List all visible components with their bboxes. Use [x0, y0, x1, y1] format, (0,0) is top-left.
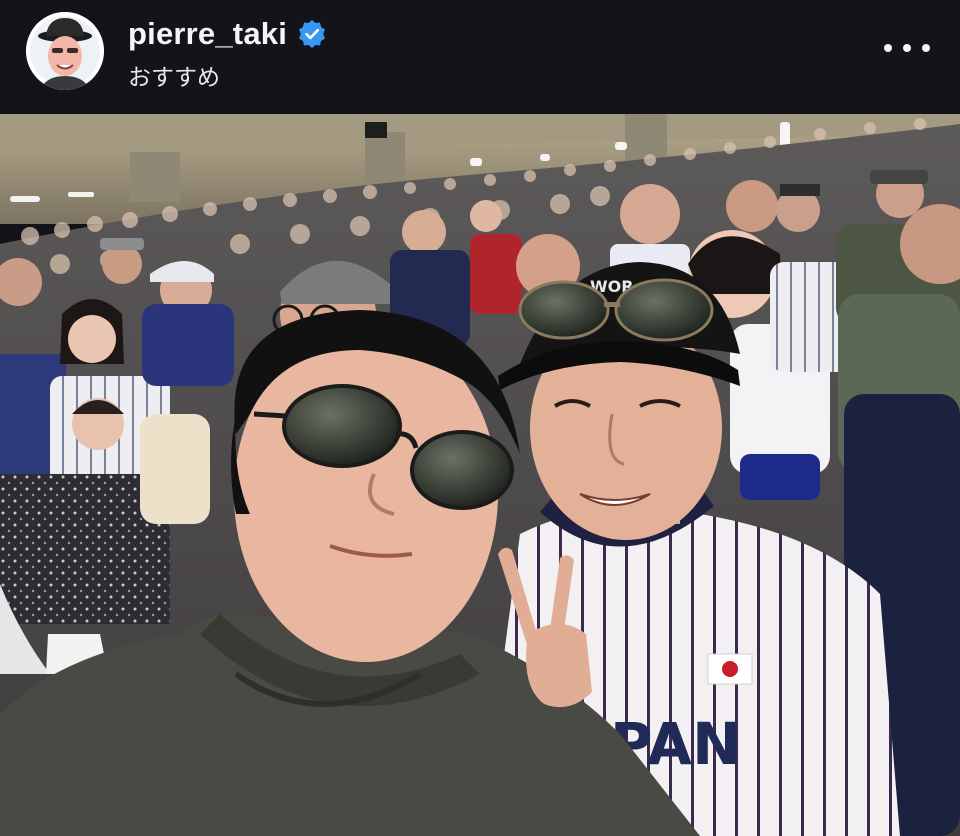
username-row: pierre_taki — [128, 14, 327, 54]
username[interactable]: pierre_taki — [128, 16, 287, 52]
post-header: pierre_taki おすすめ — [0, 0, 960, 114]
avatar-illustration-icon — [26, 12, 104, 90]
more-options-button[interactable] — [884, 34, 930, 62]
stadium-selfie-photo: PAN WOR — [0, 114, 960, 836]
more-horizontal-icon — [922, 44, 930, 52]
post-photo[interactable]: PAN WOR — [0, 114, 960, 836]
profile-avatar[interactable] — [26, 12, 104, 90]
post-subtitle: おすすめ — [128, 65, 220, 91]
more-horizontal-icon — [884, 44, 892, 52]
verified-badge-icon — [297, 19, 327, 49]
more-horizontal-icon — [903, 44, 911, 52]
instagram-post: pierre_taki おすすめ PAN WOR — [0, 0, 960, 836]
